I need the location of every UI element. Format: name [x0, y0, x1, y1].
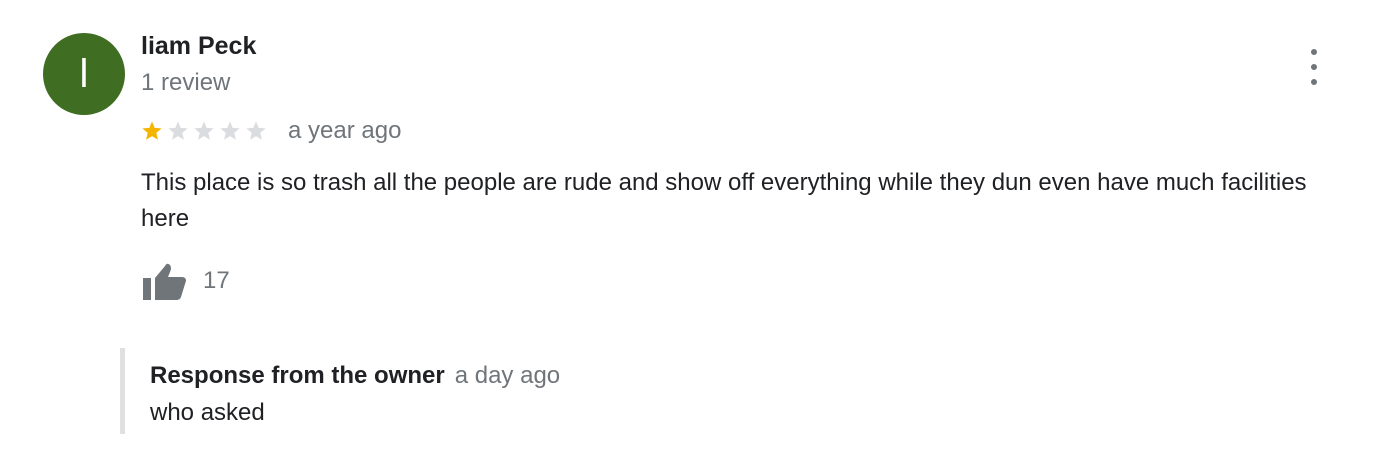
star-empty-icon [194, 121, 214, 140]
more-vert-icon-dot [1311, 64, 1317, 70]
star-empty-icon [246, 121, 266, 140]
avatar-initial: l [79, 51, 89, 96]
review-time: a year ago [288, 117, 402, 144]
star-filled-icon [142, 121, 162, 140]
like-button[interactable]: 17 [141, 260, 230, 302]
review-count[interactable]: 1 review [141, 69, 230, 97]
review-text: This place is so trash all the people ar… [141, 169, 1307, 232]
more-vert-icon [1311, 49, 1317, 55]
star-empty-icon [220, 121, 240, 140]
avatar[interactable]: l [43, 33, 125, 115]
thumbs-up-icon [143, 263, 186, 300]
more-vert-icon-dot [1311, 79, 1317, 85]
owner-response-label: Response from the owner [150, 362, 445, 389]
rating-row: a year ago [141, 116, 401, 146]
owner-response: Response from the owner a day ago who as… [120, 348, 1025, 434]
like-count: 17 [203, 267, 230, 294]
more-options-button[interactable] [1300, 49, 1328, 85]
owner-response-header: Response from the owner a day ago [150, 362, 560, 390]
review-card: l liam Peck 1 review a year ago This pla… [0, 0, 1385, 475]
owner-response-time: a day ago [454, 362, 561, 389]
owner-response-text: who asked [150, 399, 265, 426]
author-name[interactable]: liam Peck [141, 32, 256, 61]
star-empty-icon [168, 121, 188, 140]
star-rating [141, 120, 271, 142]
